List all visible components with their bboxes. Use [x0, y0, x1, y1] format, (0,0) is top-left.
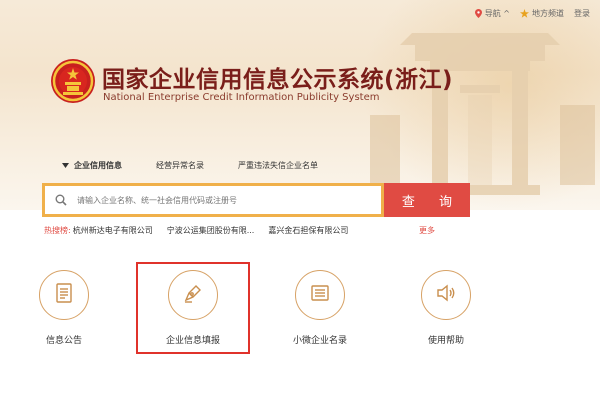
feature-help-circle — [421, 270, 471, 320]
search-button[interactable]: 查 询 — [384, 183, 470, 217]
tab-serious-violation-label: 严重违法失信企业名单 — [238, 161, 318, 170]
feature-info-notice-label: 信息公告 — [45, 336, 82, 346]
search-icon — [55, 194, 67, 206]
nav-menu-label: 导航 ^ — [484, 9, 510, 18]
login-label: 登录 — [574, 9, 590, 18]
feature-help-label: 使用帮助 — [427, 336, 464, 346]
page-title: 国家企业信用信息公示系统(浙江) — [102, 67, 454, 93]
archway-illustration — [370, 33, 595, 195]
local-channel-link[interactable]: 地方频道 — [520, 8, 564, 19]
feature-small-business-list[interactable]: 小微企业名录 — [270, 270, 370, 346]
local-channel-label: 地方频道 — [532, 9, 564, 18]
national-emblem-icon — [50, 58, 96, 104]
document-icon — [52, 281, 76, 309]
search-box — [42, 183, 384, 217]
hot-search-item[interactable]: 嘉兴金石担保有限公司 — [268, 225, 348, 236]
header-banner: 导航 ^ 地方频道 登录 国家企业信用信息公示系统(浙江) National E… — [0, 0, 600, 210]
caret-down-icon — [62, 163, 69, 168]
feature-small-business-list-label: 小微企业名录 — [292, 336, 347, 346]
search-input[interactable] — [77, 195, 381, 205]
feature-info-notice-circle — [39, 270, 89, 320]
page-subtitle: National Enterprise Credit Information P… — [103, 92, 380, 103]
search-bar: 查 询 — [42, 183, 470, 217]
top-bar: 导航 ^ 地方频道 登录 — [465, 8, 590, 19]
nav-menu[interactable]: 导航 ^ — [474, 8, 510, 19]
star-icon — [520, 9, 529, 18]
hot-search-label: 热搜榜: — [44, 226, 71, 235]
more-link[interactable]: 更多 — [419, 225, 435, 236]
tab-abnormal-operation-label: 经营异常名录 — [156, 161, 204, 170]
tab-serious-violation[interactable]: 严重违法失信企业名单 — [238, 160, 318, 171]
tab-credit-info-label: 企业信用信息 — [74, 161, 122, 170]
location-pin-icon — [474, 9, 482, 18]
feature-small-business-list-circle — [295, 270, 345, 320]
hot-search-item[interactable]: 杭州新达电子有限公司 — [73, 225, 153, 236]
hot-search-item[interactable]: 宁波公运集团股份有限... — [167, 225, 255, 236]
feature-help[interactable]: 使用帮助 — [396, 270, 496, 346]
login-link[interactable]: 登录 — [574, 8, 590, 19]
tab-credit-info[interactable]: 企业信用信息 — [62, 160, 122, 171]
tab-abnormal-operation[interactable]: 经营异常名录 — [156, 160, 204, 171]
feature-info-notice[interactable]: 信息公告 — [14, 270, 114, 346]
hot-search-list: 热搜榜: 杭州新达电子有限公司 宁波公运集团股份有限... 嘉兴金石担保有限公司 — [44, 225, 362, 236]
list-icon — [308, 281, 332, 309]
selection-highlight — [136, 262, 250, 354]
search-category-tabs: 企业信用信息 经营异常名录 严重违法失信企业名单 — [62, 160, 352, 171]
speaker-icon — [434, 281, 458, 309]
